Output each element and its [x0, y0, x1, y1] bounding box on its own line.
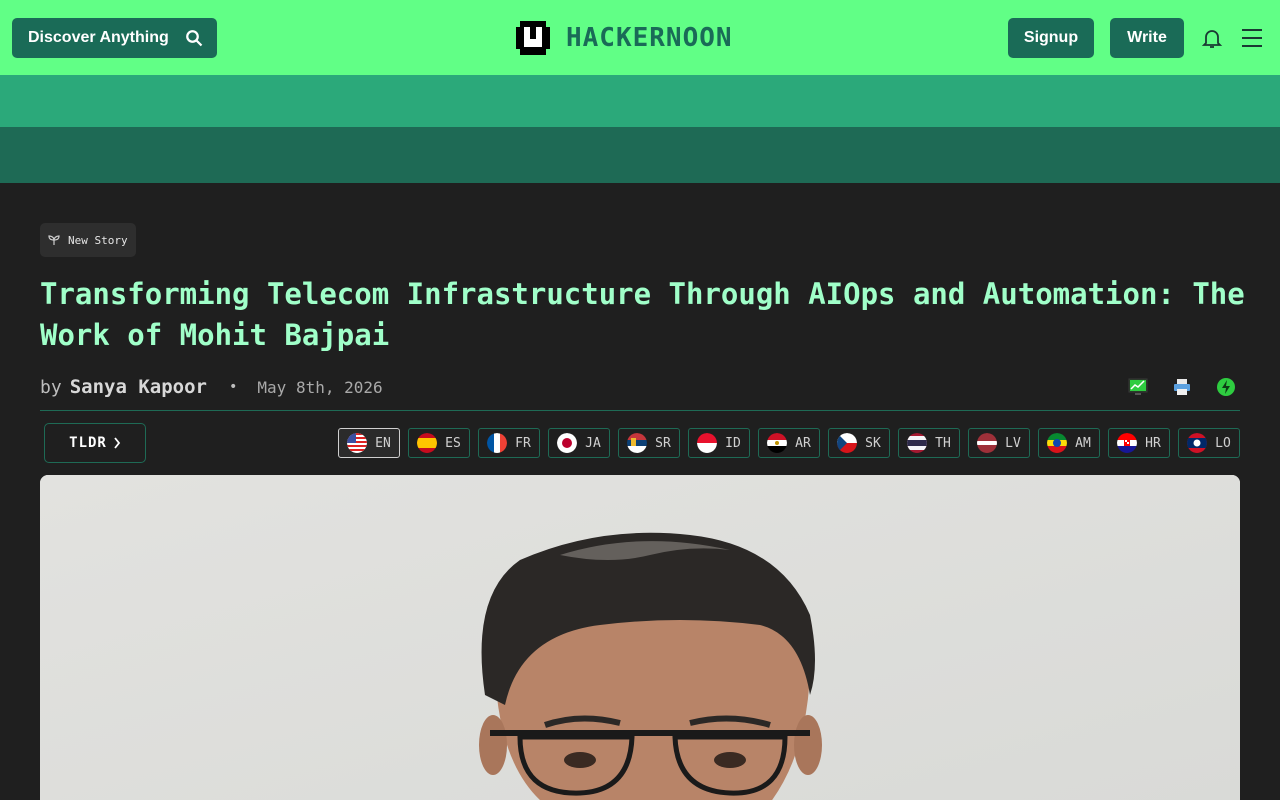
sprout-icon [48, 235, 60, 245]
language-code: HR [1145, 435, 1161, 451]
language-option-es[interactable]: ES [408, 428, 470, 458]
language-code: LV [1005, 435, 1021, 451]
language-code: ID [725, 435, 741, 451]
top-navbar: Discover Anything HACKERNOON Signup Writ… [0, 0, 1280, 75]
header-band-light [0, 75, 1280, 127]
discover-search-button[interactable]: Discover Anything [12, 18, 217, 58]
article-hero-image [40, 475, 1240, 800]
publish-date: May 8th, 2026 [257, 377, 383, 397]
write-button[interactable]: Write [1110, 18, 1184, 58]
czech-flag-icon [837, 433, 858, 453]
language-option-ja[interactable]: JA [548, 428, 610, 458]
hackernoon-logo-icon [516, 21, 550, 55]
author-link[interactable]: Sanya Kapoor [70, 376, 207, 398]
language-option-lv[interactable]: LV [968, 428, 1030, 458]
logo-wordmark: HACKERNOON [566, 23, 733, 53]
language-option-lo[interactable]: LO [1178, 428, 1240, 458]
byline: by Sanya Kapoor • May 8th, 2026 [40, 372, 383, 402]
language-code: SR [655, 435, 671, 451]
notification-bell-icon[interactable] [1200, 26, 1224, 50]
signup-button[interactable]: Signup [1008, 18, 1094, 58]
language-code: SK [865, 435, 881, 451]
language-code: LO [1215, 435, 1231, 451]
japan-flag-icon [557, 433, 578, 453]
latvia-flag-icon [977, 433, 998, 453]
language-code: JA [585, 435, 601, 451]
new-story-tag: New Story [40, 223, 136, 257]
language-code: AR [795, 435, 811, 451]
france-flag-icon [487, 433, 508, 453]
language-code: EN [375, 435, 391, 451]
language-option-sr[interactable]: SR [618, 428, 680, 458]
language-option-ar[interactable]: AR [758, 428, 820, 458]
us-flag-icon [347, 433, 368, 453]
egypt-flag-icon [767, 433, 788, 453]
language-code: FR [515, 435, 531, 451]
language-code: TH [935, 435, 951, 451]
language-option-am[interactable]: AM [1038, 428, 1100, 458]
language-selector: EN ES FR JA SR ID AR SK TH LV AM HR LO [338, 428, 1240, 458]
byline-divider [40, 410, 1240, 411]
new-story-label: New Story [68, 233, 128, 247]
indonesia-flag-icon [697, 433, 718, 453]
monitor-chart-icon[interactable] [1128, 377, 1148, 397]
croatia-flag-icon [1117, 433, 1138, 453]
tldr-label: TLDR [69, 435, 107, 451]
laos-flag-icon [1187, 433, 1208, 453]
language-option-th[interactable]: TH [898, 428, 960, 458]
spain-flag-icon [417, 433, 438, 453]
tldr-button[interactable]: TLDR [44, 423, 146, 463]
thailand-flag-icon [907, 433, 928, 453]
search-icon [186, 30, 203, 47]
header-band-dark [0, 127, 1280, 183]
language-option-hr[interactable]: HR [1108, 428, 1170, 458]
serbia-flag-icon [627, 433, 648, 453]
hamburger-menu-icon[interactable] [1240, 27, 1264, 49]
print-icon[interactable] [1172, 377, 1192, 397]
byline-separator: • [228, 379, 238, 395]
hackernoon-logo[interactable]: HACKERNOON [512, 16, 772, 60]
lightning-icon[interactable] [1216, 377, 1236, 397]
portrait-photo [40, 475, 1240, 800]
language-code: AM [1075, 435, 1091, 451]
language-code: ES [445, 435, 461, 451]
by-word: by [40, 376, 62, 398]
chevron-right-icon [114, 437, 121, 449]
language-option-fr[interactable]: FR [478, 428, 540, 458]
language-option-id[interactable]: ID [688, 428, 750, 458]
language-option-en[interactable]: EN [338, 428, 400, 458]
ethiopia-flag-icon [1047, 433, 1068, 453]
language-option-sk[interactable]: SK [828, 428, 890, 458]
article-title: Transforming Telecom Infrastructure Thro… [40, 277, 1245, 352]
discover-label: Discover Anything [28, 29, 169, 46]
